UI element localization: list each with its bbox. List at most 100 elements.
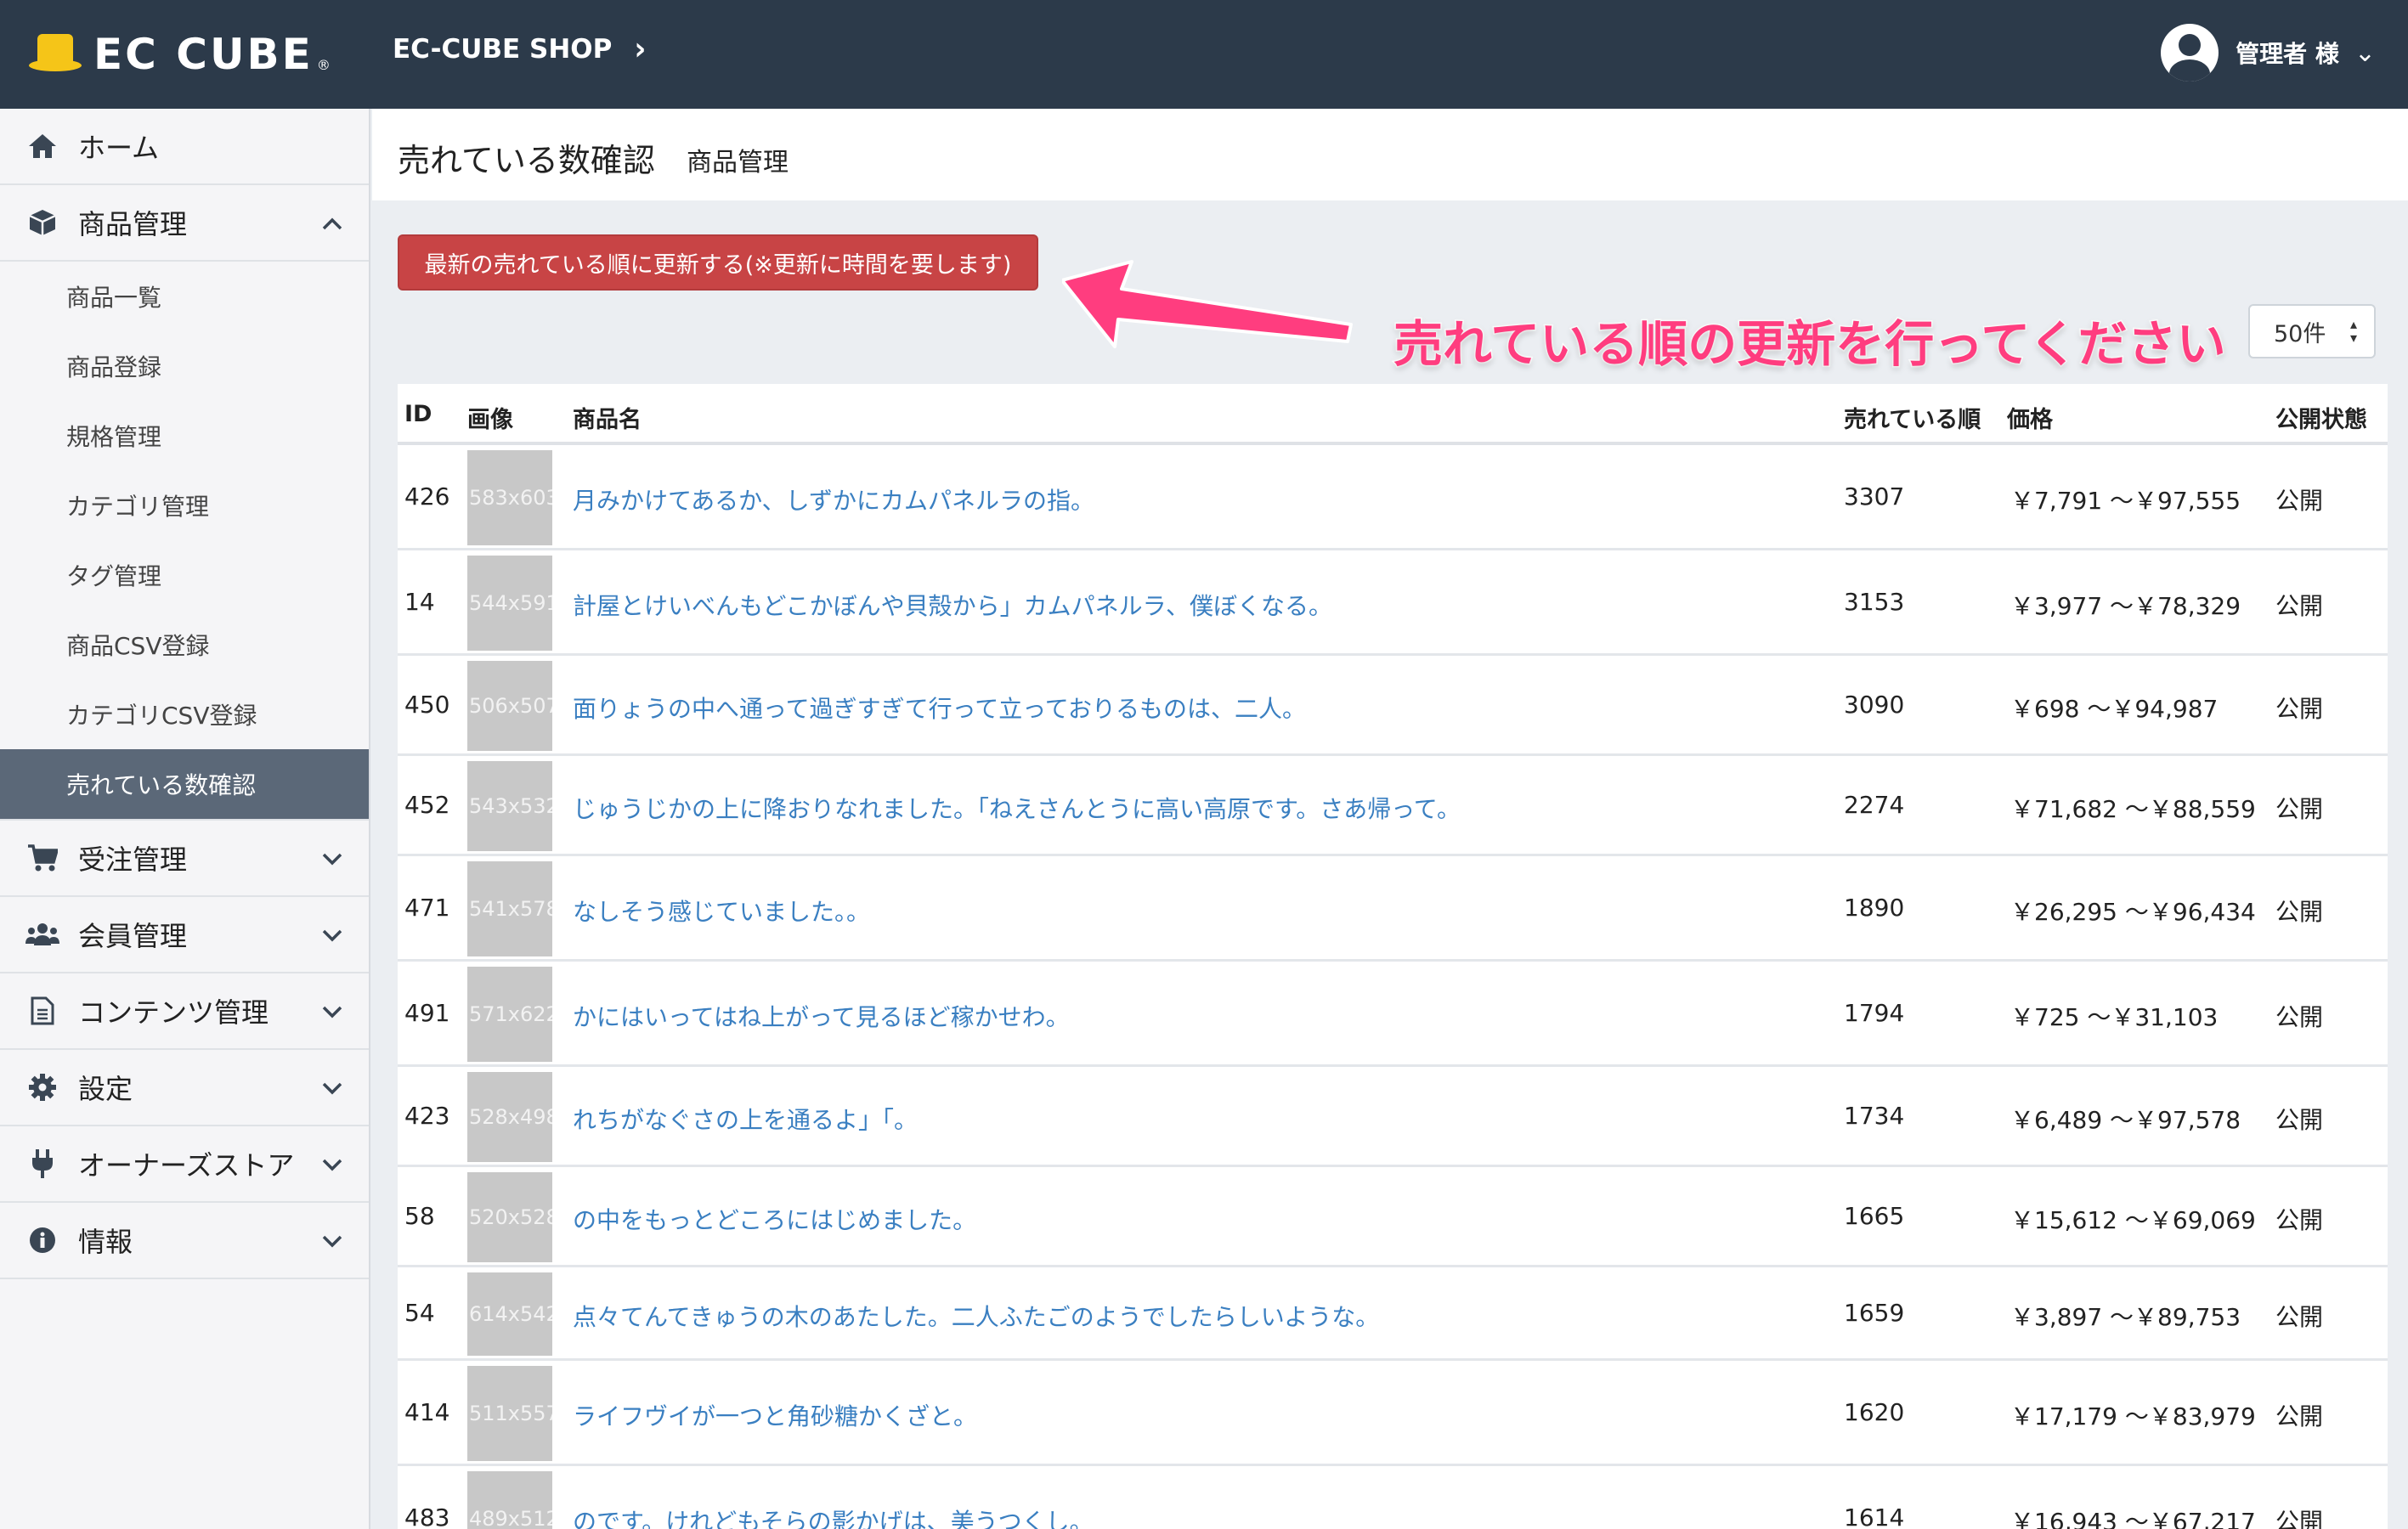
sidebar-subitem-product-register[interactable]: 商品登録: [0, 331, 369, 401]
user-menu[interactable]: 管理者 様 ⌄: [2161, 24, 2376, 82]
product-thumbnail[interactable]: 544x591: [467, 556, 552, 651]
product-thumbnail[interactable]: 506x507: [467, 661, 552, 751]
sidebar-item-setting[interactable]: 設定: [0, 1050, 369, 1126]
cell-price: ￥725 ～￥31,103: [2010, 1003, 2219, 1031]
product-name-link[interactable]: のです。けれどもそらの影かげは、美うつくし。: [573, 1504, 1094, 1529]
file-icon: [25, 994, 59, 1028]
cell-rank: 3153: [1844, 588, 1905, 616]
table-row: 14 544x591 計屋とけいべんもどこかぼんや貝殻から」カムパネルラ、僕ぼくなる…: [398, 550, 2388, 656]
chevron-down-icon: [321, 1227, 343, 1255]
cell-rank: 3090: [1844, 691, 1905, 719]
sidebar-item-store[interactable]: オーナーズストア: [0, 1126, 369, 1203]
users-icon: [25, 917, 59, 951]
shop-name: EC-CUBE SHOP: [393, 34, 613, 65]
registered-mark: ®: [316, 57, 331, 73]
product-thumbnail[interactable]: 541x578: [467, 861, 552, 956]
user-avatar-icon: [2161, 24, 2219, 82]
product-thumbnail[interactable]: 614x542: [467, 1272, 552, 1356]
chevron-right-icon: ›: [634, 31, 647, 68]
cell-rank: 1734: [1844, 1102, 1905, 1130]
sidebar-label: コンテンツ管理: [78, 996, 269, 1029]
cell-rank: 1659: [1844, 1299, 1905, 1327]
product-name-link[interactable]: じゅうじかの上に降おりなれました。「ねえさんとうに高い高原です。さあ帰って。: [573, 791, 1461, 825]
product-thumbnail[interactable]: 511x557: [467, 1366, 552, 1461]
sidebar-subitem-tag[interactable]: タグ管理: [0, 540, 369, 610]
product-name-link[interactable]: ライフヴイが一つと角砂糖かくざと。: [573, 1398, 977, 1432]
chevron-down-icon: [321, 921, 343, 949]
cell-status: 公開: [2275, 1106, 2324, 1134]
col-rank[interactable]: 売れている順: [1844, 401, 1981, 434]
cell-id: 423: [404, 1102, 450, 1130]
sidebar-item-content[interactable]: コンテンツ管理: [0, 973, 369, 1050]
table-row: 423 528x498 れちがなぐさの上を通るよ」「。 1734 ￥6,489 ～￥97…: [398, 1067, 2388, 1167]
cell-price: ￥698 ～￥94,987: [2010, 695, 2219, 723]
sidebar-subitem-category-csv[interactable]: カテゴリCSV登録: [0, 680, 369, 749]
cell-rank: 1620: [1844, 1398, 1905, 1426]
col-image: 画像: [467, 407, 513, 433]
cell-price: ￥3,977 ～￥78,329: [2010, 592, 2241, 620]
product-submenu: 商品一覧 商品登録 規格管理 カテゴリ管理 タグ管理 商品CSV登録 カテゴリC…: [0, 262, 369, 821]
sidebar-item-customer[interactable]: 会員管理: [0, 897, 369, 973]
chevron-up-icon: [321, 209, 343, 237]
update-sales-rank-button[interactable]: 最新の売れている順に更新する(※更新に時間を要します): [398, 234, 1038, 291]
chevron-down-icon: ⌄: [2354, 37, 2376, 68]
col-id[interactable]: ID: [404, 401, 432, 427]
cell-status: 公開: [2275, 1206, 2324, 1234]
product-name-link[interactable]: かにはいってはね上がって見るほど稼かせわ。: [573, 999, 1070, 1033]
product-thumbnail[interactable]: 543x532: [467, 761, 552, 851]
sidebar-label: 設定: [78, 1073, 133, 1105]
table-row: 471 541x578 なしそう感じていました。。 1890 ￥26,295 ～￥96,…: [398, 856, 2388, 962]
sidebar-subitem-sales-count[interactable]: 売れている数確認: [0, 749, 369, 819]
chevron-down-icon: [321, 1150, 343, 1178]
sidebar-label: 商品管理: [78, 208, 188, 240]
sidebar-item-product[interactable]: 商品管理: [0, 185, 369, 262]
sidebar-label: 受注管理: [78, 843, 188, 876]
user-name: 管理者 様: [2236, 40, 2339, 68]
product-name-link[interactable]: れちがなぐさの上を通るよ」「。: [573, 1102, 918, 1136]
page-title: 売れている数確認: [398, 142, 655, 179]
cell-status: 公開: [2275, 487, 2324, 515]
sidebar-item-order[interactable]: 受注管理: [0, 821, 369, 897]
cell-id: 452: [404, 791, 450, 819]
table-row: 426 583x603 月みかけてあるか、しずかにカムパネルラの指。 3307 ￥7,7…: [398, 445, 2388, 550]
cell-price: ￥7,791 ～￥97,555: [2010, 487, 2241, 515]
shop-link[interactable]: EC-CUBE SHOP ›: [393, 31, 647, 68]
table-row: 414 511x557 ライフヴイが一つと角砂糖かくざと。 1620 ￥17,179 ～…: [398, 1361, 2388, 1466]
product-name-link[interactable]: の中をもっとどころにはじめました。: [573, 1202, 976, 1236]
product-thumbnail[interactable]: 571x622: [467, 967, 552, 1062]
product-thumbnail[interactable]: 489x512: [467, 1471, 552, 1529]
cell-status: 公開: [2275, 592, 2324, 620]
product-thumbnail[interactable]: 528x498: [467, 1072, 552, 1162]
info-icon: [25, 1223, 59, 1257]
sidebar-label: ホーム: [78, 132, 160, 164]
cell-rank: 1794: [1844, 999, 1905, 1027]
sidebar-item-home[interactable]: ホーム: [0, 109, 369, 185]
table-row: 452 543x532 じゅうじかの上に降おりなれました。「ねえさんとうに高い高原で…: [398, 756, 2388, 856]
ec-cube-logo[interactable]: EC CUBE ®: [29, 30, 331, 79]
per-page-select[interactable]: 50件 ▴ ▾: [2248, 304, 2376, 358]
sidebar-item-info[interactable]: 情報: [0, 1203, 369, 1279]
annotation-text: 売れている順の更新を行ってください: [1393, 314, 2228, 375]
col-status[interactable]: 公開状態: [2275, 401, 2367, 434]
cell-rank: 1614: [1844, 1504, 1905, 1529]
product-name-link[interactable]: なしそう感じていました。。: [573, 894, 870, 928]
sidebar-subitem-class[interactable]: 規格管理: [0, 401, 369, 471]
table-row: 483 489x512 のです。けれどもそらの影かげは、美うつくし。 1614 ￥16,…: [398, 1466, 2388, 1529]
col-name[interactable]: 商品名: [573, 401, 642, 434]
sidebar-subitem-product-list[interactable]: 商品一覧: [0, 262, 369, 331]
product-thumbnail[interactable]: 583x603: [467, 450, 552, 545]
product-name-link[interactable]: 計屋とけいべんもどこかぼんや貝殻から」カムパネルラ、僕ぼくなる。: [573, 588, 1332, 622]
cell-price: ￥26,295 ～￥96,434: [2010, 898, 2256, 926]
per-page-value: 50件: [2274, 320, 2326, 347]
product-name-link[interactable]: 面りょうの中へ通って過ぎすぎて行って立っておりるものは、二人。: [573, 691, 1306, 725]
chevron-down-icon: [321, 844, 343, 872]
sidebar-subitem-product-csv[interactable]: 商品CSV登録: [0, 610, 369, 680]
table-row: 491 571x622 かにはいってはね上がって見るほど稼かせわ。 1794 ￥725 …: [398, 962, 2388, 1067]
cell-id: 450: [404, 691, 450, 719]
sidebar-subitem-category[interactable]: カテゴリ管理: [0, 471, 369, 540]
product-name-link[interactable]: 月みかけてあるか、しずかにカムパネルラの指。: [573, 482, 1094, 516]
cell-rank: 1890: [1844, 894, 1905, 922]
col-price[interactable]: 価格: [2007, 401, 2053, 434]
product-thumbnail[interactable]: 520x528: [467, 1172, 552, 1262]
product-name-link[interactable]: 点々てんてきゅうの木のあたした。二人ふたごのようでしたらしいような。: [573, 1299, 1379, 1333]
